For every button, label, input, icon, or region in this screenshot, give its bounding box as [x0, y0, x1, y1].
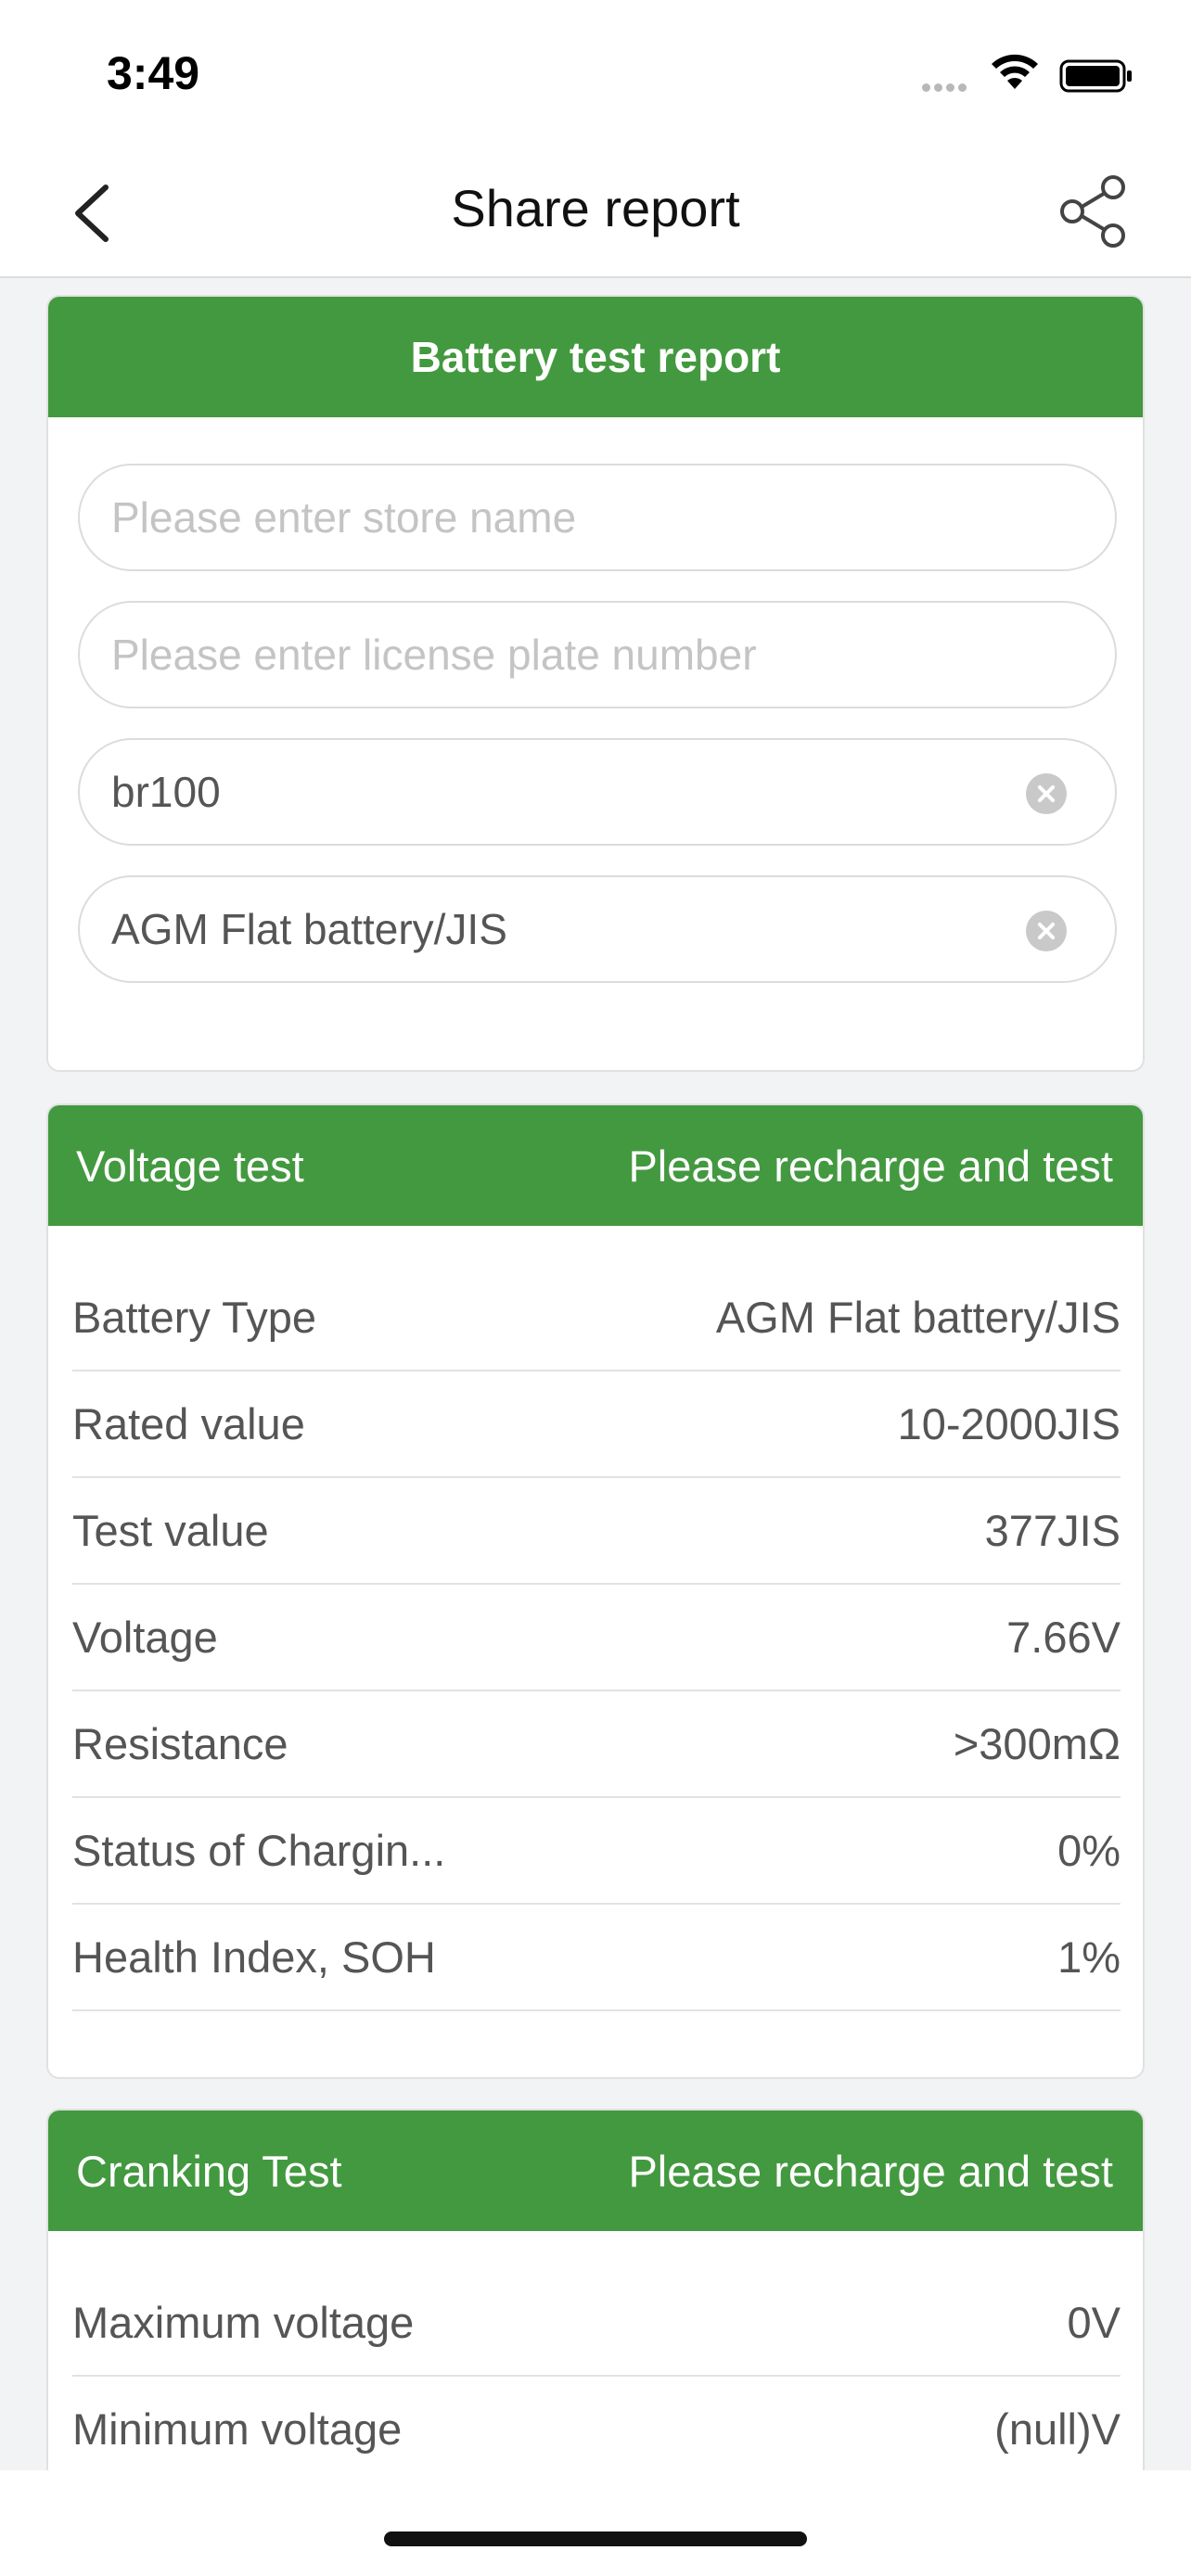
cranking-test-status: Please recharge and test	[628, 2146, 1113, 2196]
row-value: 1%	[1057, 1932, 1121, 1982]
report-content[interactable]: Battery test report Please enter store n…	[0, 280, 1191, 2470]
store-name-placeholder: Please enter store name	[111, 493, 577, 542]
wifi-icon	[992, 54, 1038, 89]
table-row: Resistance >300mΩ	[72, 1691, 1121, 1798]
table-row: Maximum voltage 0V	[72, 2270, 1121, 2377]
license-plate-input[interactable]: Please enter license plate number	[78, 601, 1117, 708]
row-value: AGM Flat battery/JIS	[715, 1293, 1121, 1342]
report-card-title: Battery test report	[410, 333, 781, 381]
voltage-test-status: Please recharge and test	[628, 1141, 1113, 1191]
cranking-test-title: Cranking Test	[76, 2146, 342, 2196]
row-label: Resistance	[72, 1719, 288, 1768]
voltage-test-rows: Battery Type AGM Flat battery/JIS Rated v…	[72, 1265, 1121, 2011]
share-icon[interactable]	[1057, 174, 1132, 249]
row-value: 0V	[1067, 2298, 1121, 2347]
table-row: Battery Type AGM Flat battery/JIS	[72, 1265, 1121, 1371]
row-label: Rated value	[72, 1399, 305, 1448]
row-label: Test value	[72, 1506, 269, 1555]
cranking-test-header: Cranking Test Please recharge and test	[48, 2111, 1143, 2231]
report-info-card: Battery test report Please enter store n…	[46, 295, 1145, 1072]
row-label: Health Index, SOH	[72, 1932, 436, 1982]
table-row: Status of Chargin... 0%	[72, 1798, 1121, 1905]
store-name-input[interactable]: Please enter store name	[78, 464, 1117, 571]
row-value: 377JIS	[984, 1506, 1121, 1555]
home-indicator[interactable]	[384, 2531, 807, 2546]
row-value: 0%	[1057, 1826, 1121, 1875]
battery-icon	[1059, 59, 1132, 93]
home-indicator-area	[0, 2470, 1191, 2576]
row-value: >300mΩ	[953, 1719, 1121, 1768]
table-row: Voltage 7.66V	[72, 1585, 1121, 1691]
row-value: 10-2000JIS	[897, 1399, 1121, 1448]
voltage-test-title: Voltage test	[76, 1141, 304, 1191]
row-label: Status of Chargin...	[72, 1826, 446, 1875]
battery-type-value: AGM Flat battery/JIS	[111, 905, 507, 953]
row-label: Minimum voltage	[72, 2404, 403, 2454]
voltage-test-card: Voltage test Please recharge and test Ba…	[46, 1103, 1145, 2079]
clear-icon[interactable]	[1026, 773, 1067, 814]
device-name-input[interactable]: br100	[78, 738, 1117, 846]
cranking-test-rows: Maximum voltage 0V Minimum voltage (null)V	[72, 2270, 1121, 2470]
table-row: Health Index, SOH 1%	[72, 1905, 1121, 2011]
table-row: Test value 377JIS	[72, 1478, 1121, 1585]
row-label: Maximum voltage	[72, 2298, 415, 2347]
cranking-test-card: Cranking Test Please recharge and test M…	[46, 2109, 1145, 2470]
device-name-value: br100	[111, 768, 221, 816]
page-title: Share report	[451, 179, 740, 237]
table-row: Rated value 10-2000JIS	[72, 1371, 1121, 1478]
license-plate-placeholder: Please enter license plate number	[111, 631, 757, 679]
cellular-signal-icon	[922, 80, 970, 96]
voltage-test-header: Voltage test Please recharge and test	[48, 1105, 1143, 1226]
report-card-header: Battery test report	[48, 297, 1143, 417]
row-label: Battery Type	[72, 1293, 316, 1342]
status-time: 3:49	[107, 47, 200, 99]
battery-type-input[interactable]: AGM Flat battery/JIS	[78, 875, 1117, 983]
row-label: Voltage	[72, 1613, 218, 1662]
status-bar: 3:49	[0, 0, 1191, 148]
clear-icon[interactable]	[1026, 911, 1067, 951]
row-value: 7.66V	[1006, 1613, 1121, 1662]
navigation-bar: Share report	[0, 148, 1191, 278]
table-row: Minimum voltage (null)V	[72, 2377, 1121, 2470]
row-value: (null)V	[994, 2404, 1121, 2454]
